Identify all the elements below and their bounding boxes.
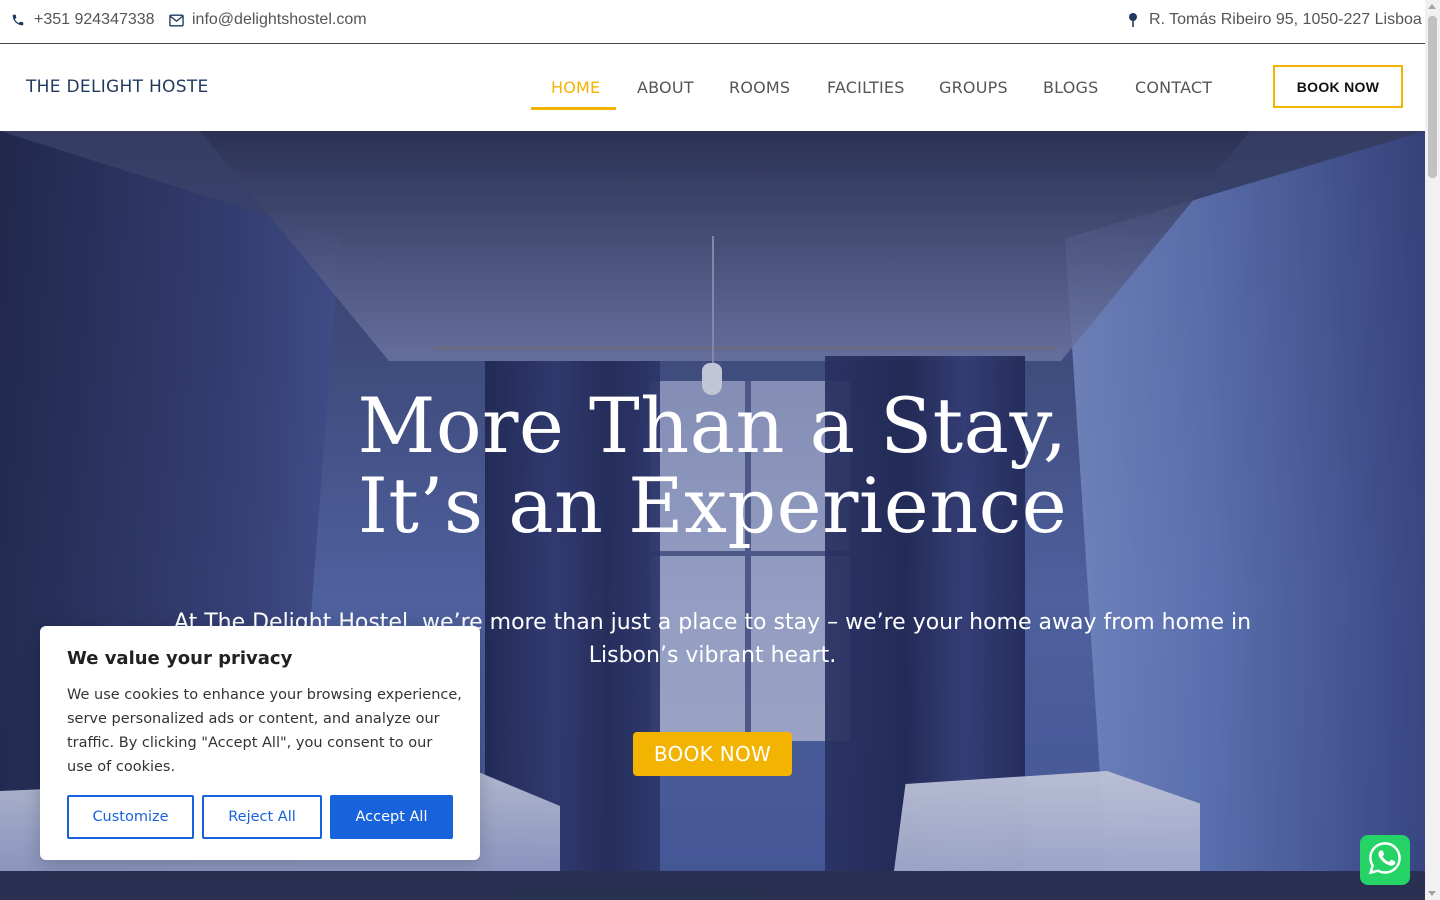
hero-title-line-1: More Than a Stay,: [357, 381, 1068, 470]
nav-facilities[interactable]: FACILTIES: [827, 78, 905, 97]
cookie-accept-button[interactable]: Accept All: [330, 795, 453, 839]
nav-active-indicator: [531, 107, 616, 110]
nav-contact[interactable]: CONTACT: [1135, 78, 1212, 97]
whatsapp-icon: [1367, 840, 1403, 881]
whatsapp-button[interactable]: [1360, 835, 1410, 885]
email-address: info@delightshostel.com: [192, 11, 367, 28]
cookie-text: We use cookies to enhance your browsing …: [67, 687, 462, 775]
nav-blogs[interactable]: BLOGS: [1043, 78, 1098, 97]
phone-number: +351 924347338: [34, 11, 155, 28]
email-contact[interactable]: info@delightshostel.com: [168, 11, 367, 29]
book-now-hero-button[interactable]: BOOK NOW: [633, 732, 792, 776]
site-logo[interactable]: THE DELIGHT HOSTE: [26, 77, 209, 97]
phone-icon: [10, 12, 26, 28]
map-pin-icon: [1125, 12, 1141, 28]
cookie-reject-button[interactable]: Reject All: [202, 795, 322, 839]
cookie-title: We value your privacy: [67, 648, 293, 669]
cookie-customize-button[interactable]: Customize: [67, 795, 194, 839]
top-bar: +351 924347338 info@delightshostel.com R…: [0, 0, 1425, 44]
scroll-down-arrow-icon[interactable]: [1428, 891, 1436, 896]
book-now-header-button[interactable]: BOOK NOW: [1273, 65, 1403, 108]
cookie-consent-banner: We value your privacy We use cookies to …: [40, 626, 480, 860]
phone-contact[interactable]: +351 924347338: [10, 11, 155, 29]
address-contact[interactable]: R. Tomás Ribeiro 95, 1050-227 Lisboa: [1125, 11, 1422, 29]
nav-groups[interactable]: GROUPS: [939, 78, 1008, 97]
mail-icon: [168, 12, 184, 28]
hero-title-line-2: It’s an Experience: [357, 461, 1068, 550]
scroll-thumb[interactable]: [1428, 16, 1437, 178]
page-scrollbar[interactable]: [1425, 0, 1440, 900]
scroll-up-arrow-icon[interactable]: [1428, 4, 1436, 9]
hero-title: More Than a Stay, It’s an Experience: [0, 386, 1425, 546]
nav-rooms[interactable]: ROOMS: [729, 78, 790, 97]
nav-about[interactable]: ABOUT: [637, 78, 694, 97]
nav-home[interactable]: HOME: [551, 78, 600, 97]
address-text: R. Tomás Ribeiro 95, 1050-227 Lisboa: [1149, 11, 1422, 28]
site-header: THE DELIGHT HOSTE HOME ABOUT ROOMS FACIL…: [0, 45, 1425, 131]
